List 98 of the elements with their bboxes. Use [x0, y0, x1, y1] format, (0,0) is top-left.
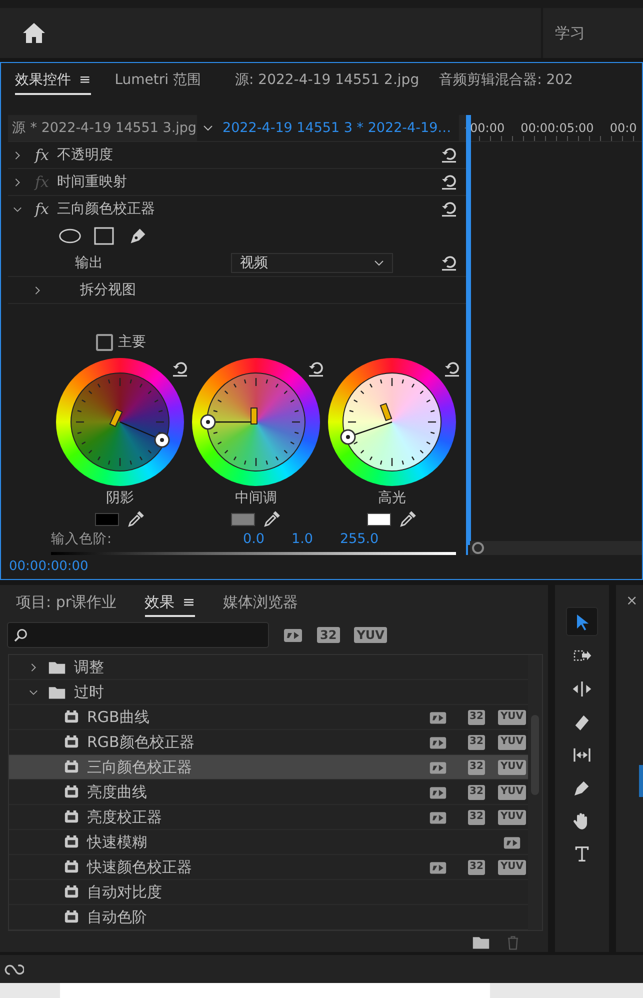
clip-dropdown[interactable]: 2022-4-19 14551 3 * 2022-4-19… [196, 115, 460, 141]
wheel-label: 中间调 [235, 489, 277, 507]
effect-badge: YUV [498, 760, 526, 774]
effect-list-item[interactable]: 亮度校正器 32 YUV [9, 805, 528, 830]
filter-badge[interactable]: 32 [317, 627, 340, 643]
fx-toggle-icon[interactable]: fx [35, 200, 50, 218]
effect-badge: 32 [468, 734, 486, 750]
effect-badge: 32 [468, 784, 486, 800]
panel-tab[interactable]: 项目: pr课作业 [16, 590, 117, 616]
expand-chevron-icon[interactable] [29, 662, 38, 672]
output-dropdown[interactable]: 视频 [231, 253, 393, 273]
tool-button[interactable] [566, 607, 598, 636]
effect-icon [64, 785, 79, 799]
new-folder-icon[interactable] [472, 935, 490, 950]
reset-icon[interactable] [441, 147, 457, 163]
effect-name: 三向颜色校正器 [57, 200, 156, 218]
master-checkbox[interactable] [96, 334, 113, 350]
panel-tab[interactable]: 媒体浏览器 [223, 590, 298, 616]
folder-icon [48, 684, 66, 700]
reset-icon[interactable] [441, 255, 457, 271]
effect-badge: YUV [498, 810, 526, 824]
panel-tab[interactable]: Lumetri 范围 [114, 67, 201, 95]
folder-name[interactable]: 过时 [74, 682, 104, 702]
expand-chevron-icon[interactable] [13, 204, 22, 214]
ruler-time-label: 00:00 [470, 121, 505, 135]
source-label: 源 * 2022-4-19 14551 3.jpg [11, 119, 196, 137]
effect-badge: 32 [468, 810, 486, 824]
folder-icon [48, 660, 66, 674]
fx-toggle-icon[interactable]: fx [35, 146, 50, 164]
eyedropper-icon[interactable] [127, 510, 145, 528]
panel-tab[interactable]: 效果 ≡ [144, 590, 196, 616]
color-swatch[interactable] [95, 512, 119, 526]
level-value[interactable]: 1.0 [291, 531, 313, 547]
effect-icon [64, 760, 79, 774]
effect-list-item[interactable]: 三向颜色校正器 32 YUV [9, 755, 528, 780]
effect-badge: YUV [498, 860, 526, 874]
effect-badge: YUV [498, 784, 526, 800]
split-view-label: 拆分视图 [80, 281, 136, 299]
level-value[interactable]: 255.0 [340, 531, 379, 547]
master-label: 主要 [118, 333, 146, 351]
effect-list-item[interactable]: 亮度曲线 32 YUV [9, 780, 528, 805]
eyedropper-icon[interactable] [263, 510, 281, 528]
expand-chevron-icon[interactable] [13, 150, 22, 160]
output-label: 输出 [75, 254, 104, 272]
reset-icon[interactable] [441, 201, 457, 217]
effect-list-item[interactable]: 快速模糊 [9, 830, 528, 855]
reset-icon[interactable] [444, 361, 460, 377]
effect-icon [64, 860, 79, 874]
expand-chevron-icon[interactable] [33, 286, 42, 294]
effect-list-item[interactable]: 自动色阶 [9, 905, 528, 930]
effect-badge: 32 [468, 710, 486, 724]
reset-icon[interactable] [441, 174, 457, 190]
accelerated-filter-icon[interactable] [283, 626, 303, 644]
effect-icon [64, 885, 79, 899]
chevron-icon[interactable] [374, 260, 384, 266]
search-icon [14, 628, 28, 642]
ellipse-mask-icon[interactable] [58, 227, 82, 245]
search-field[interactable] [7, 622, 269, 648]
panel-tab[interactable]: 源: 2022-4-19 14551 2.jpg [235, 67, 420, 95]
home-icon[interactable] [22, 22, 46, 44]
effect-icon [64, 810, 79, 824]
wheel-label: 高光 [378, 489, 406, 507]
ruler-time-label: 00:0 [610, 121, 637, 135]
rectangle-mask-icon[interactable] [92, 227, 116, 245]
effect-badge: YUV [498, 734, 526, 750]
ruler-time-label: 00:00:05:00 [520, 121, 594, 135]
level-value[interactable]: 0.0 [243, 531, 264, 547]
expand-chevron-icon[interactable] [29, 688, 38, 696]
effect-name: 时间重映射 [57, 173, 128, 191]
ripple-edit-icon [572, 678, 592, 698]
effect-name: 不透明度 [57, 146, 114, 164]
workspace-tab[interactable]: 学习 [555, 24, 585, 42]
close-button[interactable]: × [626, 593, 638, 609]
creative-cloud-icon[interactable] [4, 962, 24, 976]
eyedropper-icon[interactable] [399, 510, 417, 528]
timecode[interactable]: 00:00:00:00 [9, 558, 88, 574]
effect-icon [64, 710, 79, 724]
wheel-label: 阴影 [106, 489, 134, 507]
filter-badge[interactable]: YUV [354, 627, 388, 643]
input-levels-label: 输入色阶: [51, 530, 113, 548]
effect-list-item[interactable]: 自动对比度 [9, 880, 528, 905]
effect-list-item[interactable]: 快速颜色校正器 32 YUV [9, 855, 528, 880]
scroll-bar[interactable] [470, 541, 642, 555]
effect-icon [64, 910, 79, 924]
panel-tab[interactable]: 音频剪辑混合器: 202 [439, 67, 573, 95]
effect-badge: YUV [498, 710, 526, 724]
panel-tab[interactable]: 效果控件 ≡ [15, 67, 91, 95]
effect-icon [64, 735, 79, 749]
chevron-icon[interactable] [202, 125, 212, 131]
effect-badge: 32 [468, 860, 486, 874]
reset-icon[interactable] [172, 361, 188, 377]
effect-list-item[interactable]: RGB曲线 32 YUV [9, 705, 528, 730]
effect-icon [64, 835, 79, 849]
folder-name[interactable]: 调整 [74, 658, 104, 676]
color-swatch[interactable] [231, 512, 255, 526]
effect-badge: 32 [468, 760, 486, 774]
color-swatch[interactable] [367, 512, 391, 526]
reset-icon[interactable] [308, 361, 324, 377]
